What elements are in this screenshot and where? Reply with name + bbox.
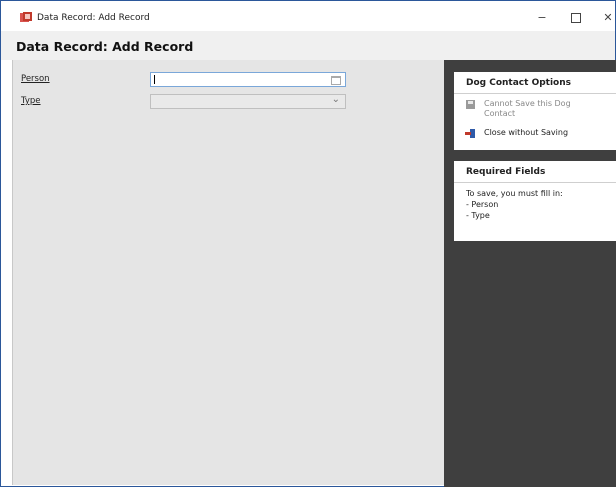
close-window-button[interactable]: ✕ xyxy=(594,9,616,27)
maximize-icon xyxy=(571,13,581,23)
exit-door-icon xyxy=(465,129,475,138)
page-header: Data Record: Add Record xyxy=(1,31,615,60)
side-panel: Dog Contact Options Cannot Save this Dog… xyxy=(444,60,616,487)
title-bar[interactable]: Data Record: Add Record − ✕ xyxy=(1,1,615,31)
options-card: Dog Contact Options Cannot Save this Dog… xyxy=(454,72,616,150)
required-item-type: - Type xyxy=(466,211,490,220)
window-title: Data Record: Add Record xyxy=(37,13,150,23)
form-pane: Person Type ⌄ xyxy=(12,60,445,485)
divider xyxy=(454,182,616,183)
person-label[interactable]: Person xyxy=(21,74,50,84)
maximize-button[interactable] xyxy=(562,9,590,27)
type-select[interactable]: ⌄ xyxy=(150,94,346,109)
folder-icon[interactable] xyxy=(331,76,341,85)
close-label: Close without Saving xyxy=(484,128,569,137)
person-input[interactable] xyxy=(150,72,346,87)
page-title: Data Record: Add Record xyxy=(16,39,194,54)
chevron-down-icon[interactable]: ⌄ xyxy=(332,94,340,105)
required-intro: To save, you must fill in: xyxy=(466,189,563,198)
save-label: Cannot Save this Dog Contact xyxy=(484,99,571,118)
options-title: Dog Contact Options xyxy=(466,78,571,88)
required-item-person: - Person xyxy=(466,200,499,209)
required-list: To save, you must fill in: - Person - Ty… xyxy=(466,188,563,221)
required-fields-card: Required Fields To save, you must fill i… xyxy=(454,161,616,241)
text-caret xyxy=(154,75,155,84)
divider xyxy=(454,93,616,94)
app-icon xyxy=(20,12,32,22)
minimize-button[interactable]: − xyxy=(528,9,556,27)
required-title: Required Fields xyxy=(466,167,546,177)
type-label[interactable]: Type xyxy=(21,96,41,106)
save-icon xyxy=(466,100,475,109)
